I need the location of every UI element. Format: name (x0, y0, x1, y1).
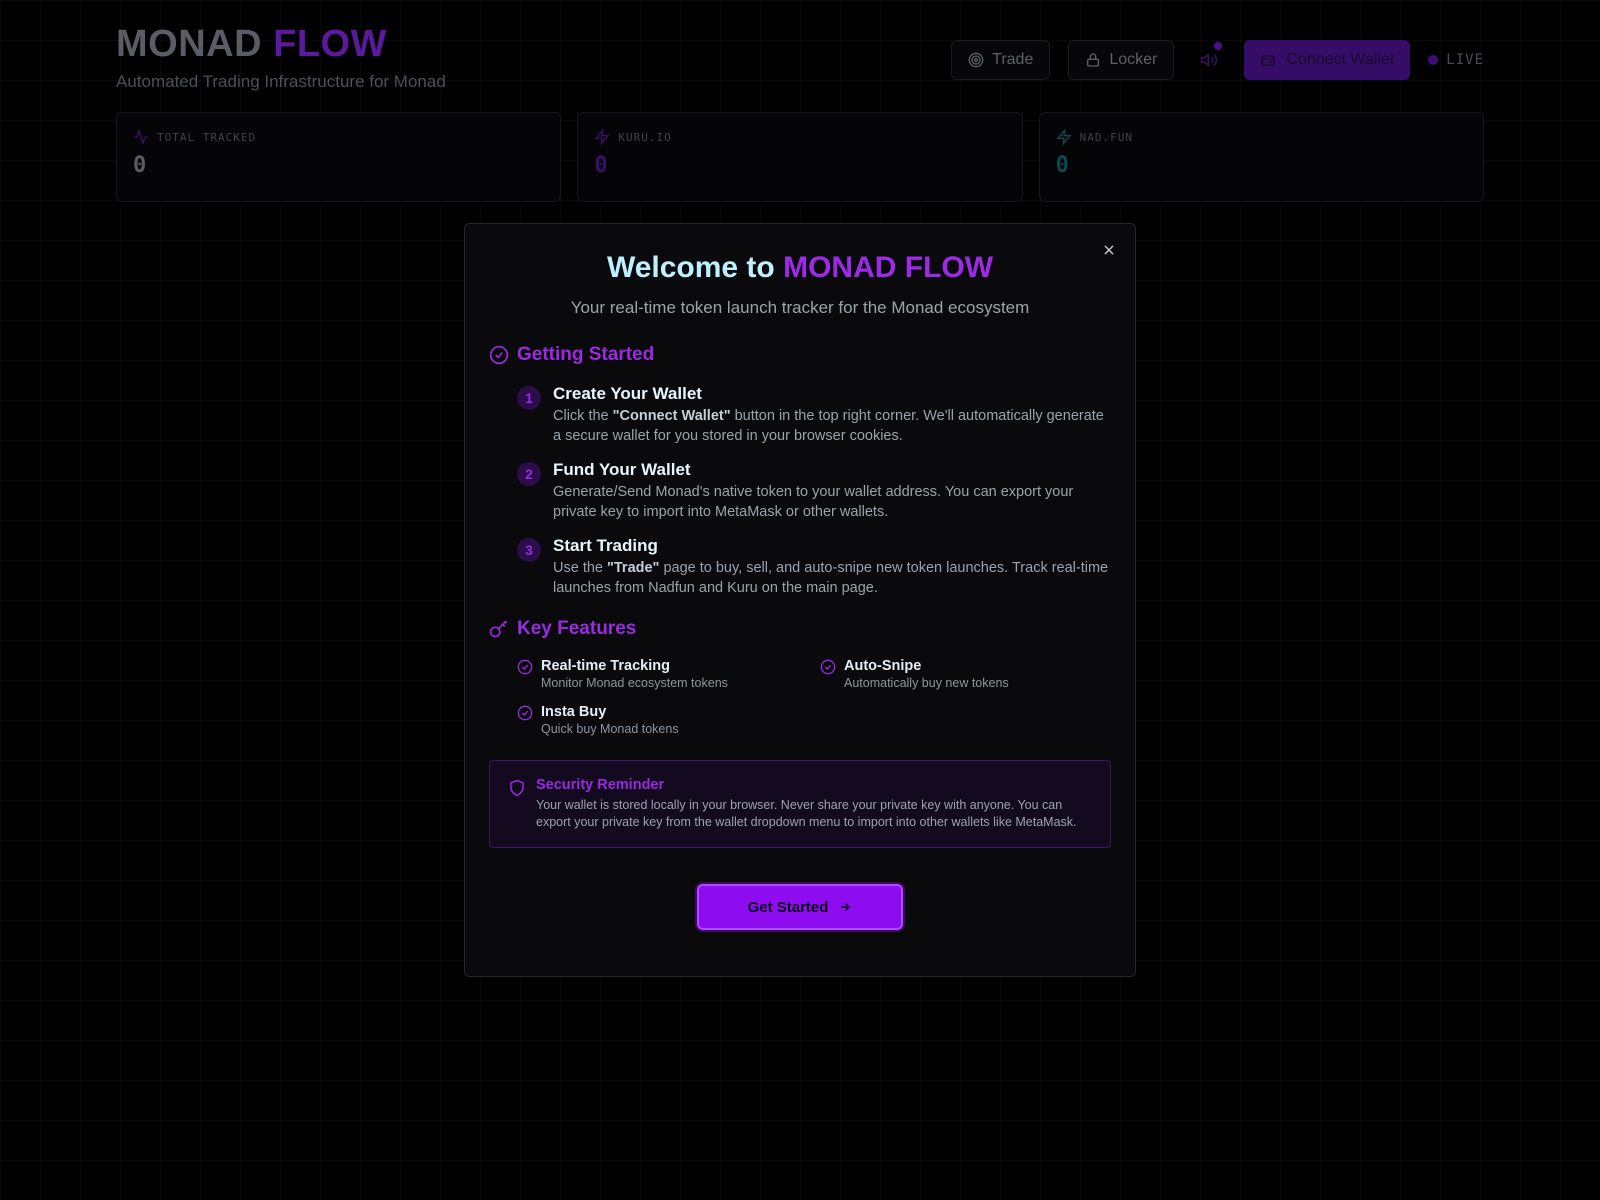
feature-desc: Monitor Monad ecosystem tokens (541, 676, 728, 690)
arrow-right-icon (841, 902, 851, 912)
modal-title: Welcome to MONAD FLOW (489, 248, 1111, 288)
stat-label: KURU.IO (618, 130, 672, 144)
getting-started-heading: Getting Started (489, 344, 1111, 366)
step-desc-bold: "Trade" (607, 560, 660, 576)
live-indicator: LIVE (1428, 52, 1484, 68)
step-desc: Click the "Connect Wallet" button in the… (553, 406, 1111, 446)
zap-icon (1056, 129, 1072, 145)
step-number: 1 (517, 386, 541, 410)
step-item: 3 Start Trading Use the "Trade" page to … (517, 536, 1111, 598)
step-number: 3 (517, 538, 541, 562)
activity-icon (134, 129, 148, 145)
feature-title: Auto-Snipe (844, 658, 922, 674)
trade-button[interactable]: Trade (951, 40, 1051, 80)
stat-header: KURU.IO (594, 129, 1005, 145)
trade-label: Trade (992, 51, 1034, 68)
locker-label: Locker (1109, 51, 1158, 68)
stat-kuru: KURU.IO 0 (577, 112, 1023, 202)
step-desc: Use the "Trade" page to buy, sell, and a… (553, 558, 1111, 598)
connect-wallet-button[interactable]: Connect Wallet (1244, 40, 1411, 80)
connect-wallet-label: Connect Wallet (1286, 51, 1395, 68)
feature-item: Auto-Snipe Automatically buy new tokens (820, 658, 1100, 690)
step-desc-pre: Use the (553, 560, 607, 576)
step-item: 1 Create Your Wallet Click the "Connect … (517, 384, 1111, 446)
stat-total-tracked: TOTAL TRACKED 0 (116, 112, 562, 202)
stat-label: TOTAL TRACKED (157, 130, 257, 144)
check-circle-icon (517, 705, 533, 721)
key-icon (489, 620, 508, 638)
notification-dot (1214, 42, 1223, 50)
stat-value: 0 (1055, 153, 1069, 178)
welcome-modal: Welcome to MONAD FLOW Your real-time tok… (464, 223, 1136, 977)
check-circle-icon (820, 659, 836, 675)
top-nav: Trade Locker Connect Wallet LIVE (951, 40, 1484, 80)
step-desc: Generate/Send Monad's native token to yo… (553, 482, 1111, 522)
step-desc-bold: "Connect Wallet" (612, 408, 731, 424)
security-desc: Your wallet is stored locally in your br… (536, 798, 1077, 829)
get-started-label: Get Started (747, 898, 829, 916)
live-dot (1428, 55, 1439, 65)
step-title: Create Your Wallet (553, 384, 702, 403)
stat-value: 0 (594, 153, 608, 178)
stat-header: TOTAL TRACKED (133, 129, 544, 145)
steps-list: 1 Create Your Wallet Click the "Connect … (489, 384, 1111, 598)
feature-item: Real-time Tracking Monitor Monad ecosyst… (517, 658, 820, 690)
wallet-icon (1261, 55, 1276, 66)
feature-title: Real-time Tracking (541, 658, 670, 674)
lock-icon (1087, 53, 1100, 67)
brand-title: MONAD FLOW (116, 22, 446, 66)
stat-header: NAD.FUN (1056, 129, 1467, 145)
stat-label: NAD.FUN (1079, 130, 1134, 144)
check-circle-icon (489, 345, 509, 365)
close-icon (1104, 245, 1114, 255)
step-item: 2 Fund Your Wallet Generate/Send Monad's… (517, 460, 1111, 522)
feature-desc: Automatically buy new tokens (844, 676, 1009, 690)
cta-wrap: Get Started (489, 884, 1111, 930)
brand-word-monad: MONAD (116, 23, 263, 65)
step-title: Start Trading (553, 536, 658, 555)
get-started-button[interactable]: Get Started (697, 884, 903, 930)
modal-title-brand: MONAD FLOW (783, 251, 994, 284)
live-label: LIVE (1446, 52, 1484, 68)
target-icon (968, 52, 984, 68)
zap-icon (594, 129, 610, 145)
feature-desc: Quick buy Monad tokens (541, 722, 679, 736)
volume-icon (1201, 53, 1218, 67)
brand: MONAD FLOW Automated Trading Infrastruct… (116, 22, 446, 92)
security-reminder: Security Reminder Your wallet is stored … (489, 760, 1111, 848)
tagline: Automated Trading Infrastructure for Mon… (116, 72, 446, 91)
shield-icon (510, 779, 524, 797)
check-circle-icon (517, 659, 533, 675)
close-button[interactable] (1099, 240, 1119, 260)
getting-started-section: Getting Started 1 Create Your Wallet Cli… (489, 344, 1111, 598)
modal-subtitle: Your real-time token launch tracker for … (570, 298, 1030, 317)
locker-button[interactable]: Locker (1068, 40, 1175, 80)
stat-nadfun: NAD.FUN 0 (1038, 112, 1484, 202)
brand-word-flow: FLOW (273, 23, 387, 65)
page: MONAD FLOW Automated Trading Infrastruct… (0, 0, 1600, 1200)
sound-toggle[interactable] (1192, 40, 1226, 80)
key-features-section: Key Features Real-time Tracking Monitor … (489, 618, 1111, 736)
feature-item: Insta Buy Quick buy Monad tokens (517, 704, 820, 736)
security-title: Security Reminder (536, 777, 665, 793)
step-desc-pre: Generate/Send Monad's native token to yo… (553, 484, 1074, 520)
key-features-heading: Key Features (489, 618, 1111, 640)
header: MONAD FLOW Automated Trading Infrastruct… (116, 22, 1484, 92)
feature-title: Insta Buy (541, 704, 607, 720)
stats-row: TOTAL TRACKED 0 KURU.IO 0 NAD.FUN 0 (116, 112, 1484, 202)
stat-value: 0 (133, 153, 147, 178)
step-title: Fund Your Wallet (553, 460, 691, 479)
getting-started-label: Getting Started (517, 344, 655, 365)
key-features-label: Key Features (517, 618, 637, 639)
features-grid: Real-time Tracking Monitor Monad ecosyst… (489, 658, 1111, 736)
step-desc-pre: Click the (553, 408, 613, 424)
modal-title-prefix: Welcome to (606, 251, 775, 284)
step-number: 2 (517, 462, 541, 486)
